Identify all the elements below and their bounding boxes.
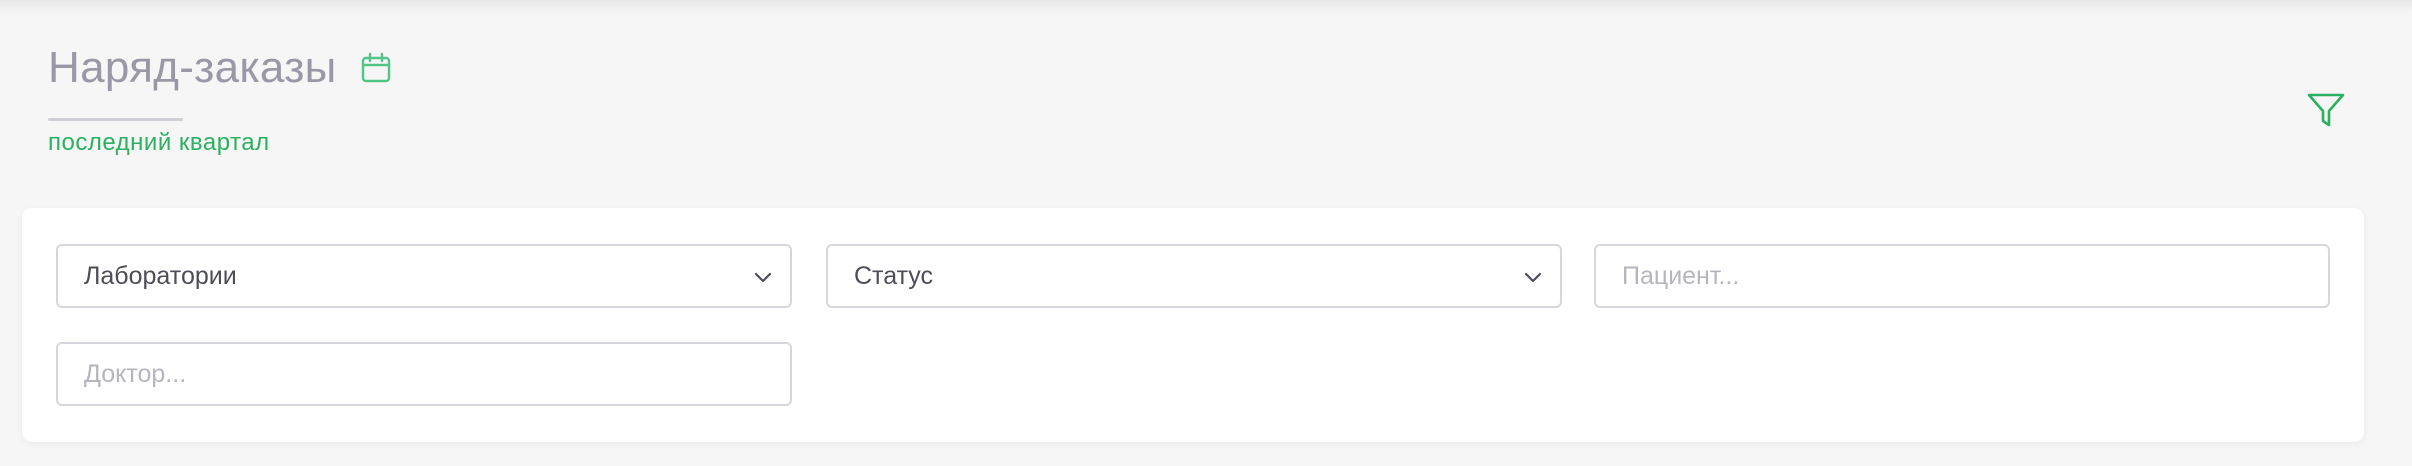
calendar-icon[interactable] — [359, 51, 393, 85]
page-header: Наряд-заказы последний квартал — [48, 38, 393, 157]
top-shadow — [0, 0, 2412, 14]
filters-panel: Лаборатории Статус — [22, 208, 2364, 442]
title-row: Наряд-заказы — [48, 38, 393, 98]
filter-icon[interactable] — [2306, 90, 2346, 130]
doctor-input[interactable] — [84, 359, 764, 389]
patient-field-wrapper — [1594, 244, 2330, 308]
page-title: Наряд-заказы — [48, 43, 337, 92]
doctor-field-wrapper — [56, 342, 792, 406]
patient-input[interactable] — [1622, 261, 2302, 291]
page: Наряд-заказы последний квартал Лаборатор… — [0, 0, 2412, 466]
laboratories-select[interactable]: Лаборатории — [56, 244, 792, 308]
period-link[interactable]: последний квартал — [48, 129, 270, 157]
chevron-down-icon — [754, 272, 772, 283]
laboratories-select-value: Лаборатории — [84, 261, 237, 290]
status-select-value: Статус — [854, 261, 934, 290]
title-underline — [48, 118, 183, 121]
chevron-down-icon — [1524, 272, 1542, 283]
status-select[interactable]: Статус — [826, 244, 1562, 308]
